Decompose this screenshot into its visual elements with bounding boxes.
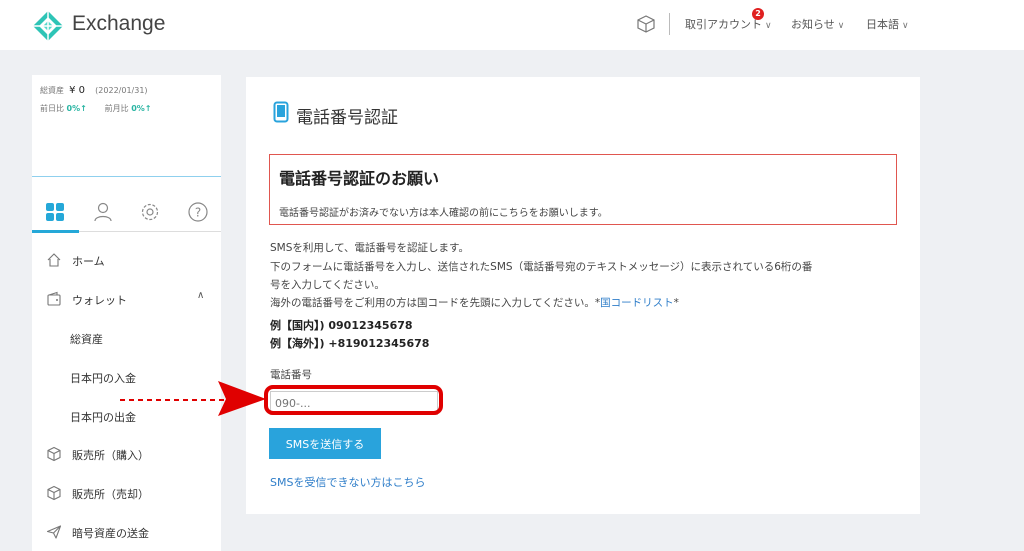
sidebar-item-label: 総資産 [70,333,103,346]
chevron-down-icon: ∨ [837,21,845,31]
sidebar-item-label: 暗号資産の送金 [72,527,149,540]
language-menu[interactable]: 日本語 ∨ [866,16,909,32]
exchange-logo-icon[interactable] [32,10,64,42]
description-line-1: SMSを利用して、電話番号を認証します。 [270,242,469,254]
sidebar-item-label: 販売所（売却） [72,488,149,501]
annotation-highlight-box [264,385,443,415]
send-sms-button[interactable]: SMSを送信する [269,428,381,459]
brand-name[interactable]: Exchange [72,12,165,36]
country-code-hint-suffix: * [673,297,679,309]
gear-icon[interactable] [139,201,161,223]
dashboard-grid-icon[interactable] [44,201,66,223]
change-row: 前日比 0%↑ 前月比 0%↑ [40,103,152,114]
total-assets-label: 総資産 [40,86,64,95]
description-line-3: 号を入力してください。 [270,279,385,291]
home-icon [47,253,61,267]
phone-verification-card: 電話番号認証 電話番号認証のお願い 電話番号認証がお済みでない方は本人確認の前に… [246,77,920,514]
sidebar-item-sell[interactable]: 販売所（売却） [32,478,221,508]
assets-date: (2022/01/31) [95,86,148,95]
help-icon[interactable]: ? [187,201,209,223]
sidebar-divider [32,176,221,177]
user-icon[interactable] [92,201,114,223]
country-code-list-link[interactable]: 国コードリスト [600,297,674,309]
notification-badge: 2 [752,8,764,20]
sidebar-tabs: ? [32,195,221,231]
phone-number-label: 電話番号 [270,369,312,381]
sidebar-item-label: ウォレット [72,294,127,307]
language-label: 日本語 [866,18,899,31]
news-menu[interactable]: お知らせ ∨ [791,16,844,32]
smartphone-icon [273,101,289,123]
wallet-icon [47,291,61,306]
chevron-down-icon: ∨ [765,21,772,31]
notice-title: 電話番号認証のお願い [279,169,440,188]
annotation-arrow-icon [120,381,266,416]
cube-icon [47,446,61,462]
day-change-value: 0%↑ [66,104,87,113]
sidebar-item-buy[interactable]: 販売所（購入） [32,439,221,469]
sidebar-item-crypto-send[interactable]: 暗号資産の送金 [32,517,221,547]
sidebar-item-label: 販売所（購入） [72,449,149,462]
cube-icon[interactable] [636,14,656,34]
page-title: 電話番号認証 [296,108,398,128]
notice-box: 電話番号認証のお願い 電話番号認証がお済みでない方は本人確認の前にこちらをお願い… [269,154,897,225]
trade-account-label: 取引アカウント [685,18,762,31]
day-change-label: 前日比 [40,104,64,113]
description-line-2: 下のフォームに電話番号を入力し、送信されたSMS（電話番号宛のテキストメッセージ… [270,261,813,273]
sms-not-received-link[interactable]: SMSを受信できない方はこちら [270,474,425,490]
top-header: Exchange 取引アカウント ∨ 2 お知らせ ∨ 日本語 ∨ [0,0,1024,50]
month-change-label: 前月比 [104,104,129,113]
send-icon [46,525,62,539]
sidebar-item-wallet[interactable]: ウォレット ∧ [32,284,221,314]
svg-text:?: ? [195,206,201,220]
active-tab-indicator [32,230,79,233]
header-divider [669,13,670,35]
description-line-4: 海外の電話番号をご利用の方は国コードを先頭に入力してください。*国コードリスト* [270,295,679,310]
sidebar-item-home[interactable]: ホーム [32,245,221,275]
notice-text: 電話番号認証がお済みでない方は本人確認の前にこちらをお願いします。 [279,208,608,219]
country-code-hint: 海外の電話番号をご利用の方は国コードを先頭に入力してください。* [270,297,601,309]
example-overseas: 例【海外】) +819012345678 [270,337,430,350]
chevron-down-icon: ∨ [902,21,909,31]
sidebar-item-label: ホーム [72,255,105,268]
month-change-value: 0%↑ [131,104,152,113]
news-label: お知らせ [791,18,835,31]
sidebar: 総資産 ¥ 0 (2022/01/31) 前日比 0%↑ 前月比 0%↑ ? ホ… [32,75,221,551]
example-domestic: 例【国内】) 09012345678 [270,319,413,332]
sidebar-item-total-assets[interactable]: 総資産 [32,323,221,353]
cube-icon [47,485,61,501]
total-assets-value: ¥ 0 [69,85,85,96]
total-assets-row: 総資産 ¥ 0 (2022/01/31) [40,85,148,96]
chevron-up-icon: ∧ [197,290,205,301]
